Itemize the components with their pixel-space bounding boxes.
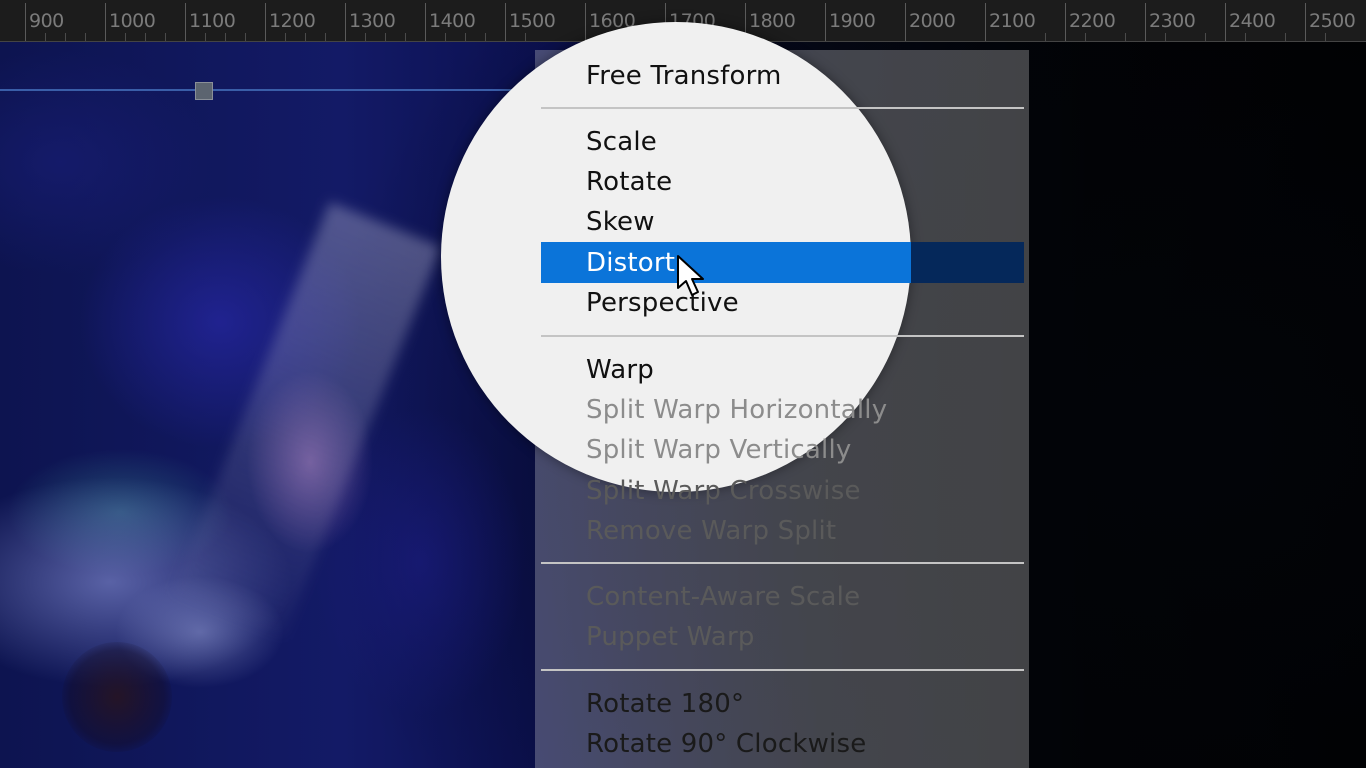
ruler-minor-tick <box>245 33 246 41</box>
menu-item-split-warp-crosswise: Split Warp Crosswise <box>586 476 861 506</box>
menu-separator <box>541 335 1024 337</box>
menu-item-rotate-180[interactable]: Rotate 180° <box>586 684 744 724</box>
ruler-label: 1200 <box>269 10 316 32</box>
ruler-minor-tick <box>85 33 86 41</box>
menu-item-content-aware-scale: Content-Aware Scale <box>586 582 861 612</box>
ruler-minor-tick <box>405 33 406 41</box>
ruler-minor-tick <box>65 33 66 41</box>
ruler-minor-tick <box>225 33 226 41</box>
ruler-minor-tick <box>1245 33 1246 41</box>
ruler-minor-tick <box>1085 33 1086 41</box>
ruler-tick <box>1065 3 1066 41</box>
ruler-tick <box>1145 3 1146 41</box>
ruler-minor-tick <box>1325 33 1326 41</box>
ruler-tick <box>1305 3 1306 41</box>
menu-item-split-warp-horizontally: Split Warp Horizontally <box>586 395 888 425</box>
ruler-label: 2000 <box>909 10 956 32</box>
ruler-minor-tick <box>485 33 486 41</box>
ruler-tick <box>905 3 906 41</box>
menu-item-perspective[interactable]: Perspective <box>586 283 739 323</box>
ruler-tick <box>585 3 586 41</box>
ruler-tick <box>1225 3 1226 41</box>
menu-item-warp[interactable]: Warp <box>586 350 654 390</box>
ruler-label: 2200 <box>1069 10 1116 32</box>
ruler-label: 1800 <box>749 10 796 32</box>
ruler-label: 900 <box>29 10 64 32</box>
menu-item-rotate[interactable]: Rotate <box>586 162 672 202</box>
ruler-minor-tick <box>145 33 146 41</box>
ruler-tick <box>425 3 426 41</box>
transform-bounding-edge <box>0 89 540 91</box>
menu-item-rotate-90-cw[interactable]: Rotate 90° Clockwise <box>586 724 866 764</box>
ruler-minor-tick <box>1285 33 1286 41</box>
menu-item-free-transform[interactable]: Free Transform <box>586 56 782 96</box>
canvas-light-beam <box>172 202 442 637</box>
ruler-minor-tick <box>385 33 386 41</box>
ruler-minor-tick <box>165 33 166 41</box>
ruler-minor-tick <box>445 33 446 41</box>
ruler-minor-tick <box>1165 33 1166 41</box>
ruler-minor-tick <box>1125 33 1126 41</box>
ruler-minor-tick <box>305 33 306 41</box>
mouse-pointer-icon <box>677 255 704 296</box>
menu-separator <box>541 669 1024 671</box>
menu-item-remove-warp-split: Remove Warp Split <box>586 516 837 546</box>
ruler-label: 2100 <box>989 10 1036 32</box>
menu-item-scale[interactable]: Scale <box>586 122 657 162</box>
menu-separator <box>541 562 1024 564</box>
ruler-label: 1900 <box>829 10 876 32</box>
ruler-minor-tick <box>1045 33 1046 41</box>
ruler-minor-tick <box>1205 33 1206 41</box>
menu-item-distort[interactable]: Distort <box>586 243 675 283</box>
ruler-label: 1100 <box>189 10 236 32</box>
ruler-minor-tick <box>365 33 366 41</box>
menu-separator <box>541 107 1024 109</box>
ruler-minor-tick <box>125 33 126 41</box>
ruler-tick <box>345 3 346 41</box>
ruler-tick <box>505 3 506 41</box>
ruler-label: 1000 <box>109 10 156 32</box>
menu-item-skew[interactable]: Skew <box>586 202 655 242</box>
ruler-label: 1300 <box>349 10 396 32</box>
ruler-label: 1400 <box>429 10 476 32</box>
ruler-tick <box>825 3 826 41</box>
transform-handle[interactable] <box>195 82 213 100</box>
ruler-label: 2500 <box>1309 10 1356 32</box>
canvas-dark-spot <box>62 642 172 752</box>
ruler-minor-tick <box>525 33 526 41</box>
ruler-minor-tick <box>465 33 466 41</box>
ruler-minor-tick <box>205 33 206 41</box>
ruler-label: 2300 <box>1149 10 1196 32</box>
menu-item-highlight-outer <box>911 242 1024 283</box>
ruler-tick <box>265 3 266 41</box>
menu-item-puppet-warp: Puppet Warp <box>586 622 755 652</box>
ruler-label: 2400 <box>1229 10 1276 32</box>
ruler-minor-tick <box>45 33 46 41</box>
menu-item-split-warp-vertically: Split Warp Vertically <box>586 435 852 465</box>
ruler-label: 1500 <box>509 10 556 32</box>
ruler-minor-tick <box>325 33 326 41</box>
ruler-minor-tick <box>285 33 286 41</box>
ruler-tick <box>985 3 986 41</box>
ruler-tick <box>105 3 106 41</box>
ruler-tick <box>185 3 186 41</box>
ruler-tick <box>25 3 26 41</box>
